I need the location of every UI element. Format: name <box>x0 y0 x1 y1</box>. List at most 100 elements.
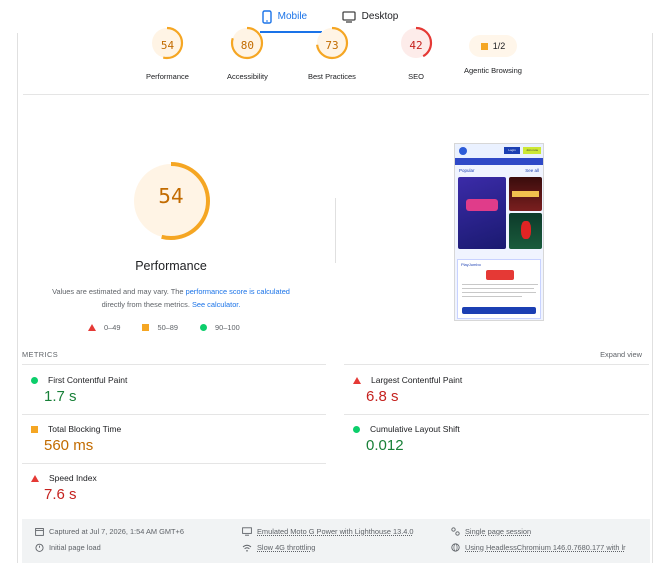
thumb-cookie-modal: PlayJumbo <box>457 259 541 319</box>
square-orange-icon <box>480 42 488 50</box>
globe-icon <box>451 543 460 552</box>
best-practices-score: 73 <box>325 39 339 52</box>
performance-gauge: 54 <box>130 160 212 242</box>
performance-mini-gauge: 54 <box>147 26 187 63</box>
expand-view-toggle[interactable]: Expand view <box>600 350 642 359</box>
score-legend: 0–49 50–89 90–100 <box>88 323 240 332</box>
legend-fail-label: 0–49 <box>104 323 121 332</box>
lcp-value: 6.8 s <box>366 388 399 405</box>
metric-cls: Cumulative Layout Shift 0.012 <box>353 424 653 454</box>
category-performance[interactable]: 54 Performance <box>146 26 189 81</box>
seo-score: 42 <box>409 39 423 52</box>
performance-gauge-score: 54 <box>158 184 184 208</box>
thumb-modal-banner <box>486 270 514 280</box>
captured-text: Captured at Jul 7, 2026, 1:54 AM GMT+6 <box>49 527 184 536</box>
captured-at: Captured at Jul 7, 2026, 1:54 AM GMT+6 <box>35 527 184 536</box>
load-text: Initial page load <box>49 543 101 552</box>
throttle-text: Slow 4G throttling <box>257 543 316 552</box>
thumb-signup: Join now <box>523 147 541 154</box>
agentic-label: Agentic Browsing <box>464 66 522 75</box>
performance-title: Performance <box>135 259 207 273</box>
tab-mobile-label: Mobile <box>277 11 308 22</box>
desc-text-2: directly from these metrics. <box>101 300 192 309</box>
thumb-modal-title: PlayJumbo <box>461 262 481 267</box>
metrics-heading: METRICS <box>22 350 59 359</box>
device-text: Emulated Moto G Power with Lighthouse 13… <box>257 527 414 536</box>
seo-label: SEO <box>408 72 424 81</box>
category-accessibility[interactable]: 80 Accessibility <box>227 26 268 81</box>
mobile-icon <box>261 9 272 24</box>
calendar-icon <box>35 527 44 536</box>
thumb-nav <box>455 158 543 165</box>
agentic-score-pill: 1/2 <box>468 35 517 57</box>
seo-mini-gauge: 42 <box>396 26 436 63</box>
category-seo[interactable]: 42 SEO <box>396 26 436 81</box>
tbt-value: 560 ms <box>44 437 94 454</box>
timer-icon <box>35 543 44 552</box>
report-card: 54 Performance 80 Accessibility 73 Best … <box>17 26 654 563</box>
best-practices-label: Best Practices <box>308 72 356 81</box>
thumb-login: Login <box>504 147 520 154</box>
vertical-divider <box>335 198 336 263</box>
agentic-score: 1/2 <box>492 41 506 51</box>
triangle-red-icon <box>88 324 96 331</box>
legend-pass: 90–100 <box>200 323 240 332</box>
session-text: Single page session <box>465 527 532 536</box>
thumb-game-tile <box>509 177 542 211</box>
thumb-game-tile <box>509 213 542 249</box>
cls-label: Cumulative Layout Shift <box>370 424 460 434</box>
browser-text: Using HeadlessChromium 146.0.7680.177 wi… <box>465 543 626 552</box>
thumb-games <box>455 175 543 255</box>
circle-green-icon <box>200 324 208 331</box>
browser-version[interactable]: Using HeadlessChromium 146.0.7680.177 wi… <box>451 543 626 552</box>
square-orange-icon <box>142 324 150 331</box>
session-type[interactable]: Single page session <box>451 527 531 536</box>
wifi-icon <box>242 544 252 552</box>
si-label: Speed Index <box>49 473 97 483</box>
thumb-game-tile <box>458 177 506 249</box>
legend-average-label: 50–89 <box>157 323 179 332</box>
circle-green-icon <box>353 425 360 433</box>
triangle-red-icon <box>353 376 361 384</box>
thumb-see-all: See all <box>525 168 539 173</box>
network-throttling[interactable]: Slow 4G throttling <box>242 543 315 552</box>
session-icon <box>451 527 460 536</box>
calculator-link[interactable]: See calculator. <box>192 300 240 309</box>
si-value: 7.6 s <box>44 486 77 503</box>
device-icon <box>242 527 252 536</box>
tbt-label: Total Blocking Time <box>48 424 122 434</box>
metric-fcp: First Contentful Paint 1.7 s <box>31 375 331 405</box>
thumb-okay-button <box>462 307 536 314</box>
best-practices-mini-gauge: 73 <box>312 26 352 63</box>
emulated-device[interactable]: Emulated Moto G Power with Lighthouse 13… <box>242 527 414 536</box>
legend-fail: 0–49 <box>88 323 120 332</box>
category-best-practices[interactable]: 73 Best Practices <box>308 26 356 81</box>
site-logo-icon <box>459 147 467 155</box>
category-agentic-browsing[interactable]: 1/2 Agentic Browsing <box>464 33 522 75</box>
page-load: Initial page load <box>35 543 101 552</box>
thumb-header: Login Join now <box>455 144 543 158</box>
performance-description: Values are estimated and may vary. The p… <box>40 285 302 311</box>
divider <box>23 94 649 95</box>
performance-score-link[interactable]: performance score is calculated <box>186 287 290 296</box>
legend-average: 50–89 <box>142 323 178 332</box>
square-orange-icon <box>31 425 38 433</box>
triangle-red-icon <box>31 474 39 482</box>
runtime-settings: Captured at Jul 7, 2026, 1:54 AM GMT+6 E… <box>22 519 650 563</box>
performance-label: Performance <box>146 72 189 81</box>
performance-score: 54 <box>160 39 175 52</box>
category-scores: 54 Performance 80 Accessibility 73 Best … <box>18 26 654 93</box>
desc-text: Values are estimated and may vary. The <box>52 287 186 296</box>
fcp-value: 1.7 s <box>44 388 77 405</box>
thumb-popular-label: Popular <box>459 168 475 173</box>
lcp-label: Largest Contentful Paint <box>371 375 463 385</box>
circle-green-icon <box>31 376 38 384</box>
cls-value: 0.012 <box>366 437 404 454</box>
legend-pass-label: 90–100 <box>215 323 240 332</box>
desktop-icon <box>342 10 356 23</box>
fcp-label: First Contentful Paint <box>48 375 128 385</box>
accessibility-label: Accessibility <box>227 72 268 81</box>
metric-si: Speed Index 7.6 s <box>31 473 331 503</box>
tab-desktop-label: Desktop <box>361 11 399 22</box>
final-screenshot-thumbnail[interactable]: Login Join now Popular See all PlayJumbo <box>454 143 544 321</box>
